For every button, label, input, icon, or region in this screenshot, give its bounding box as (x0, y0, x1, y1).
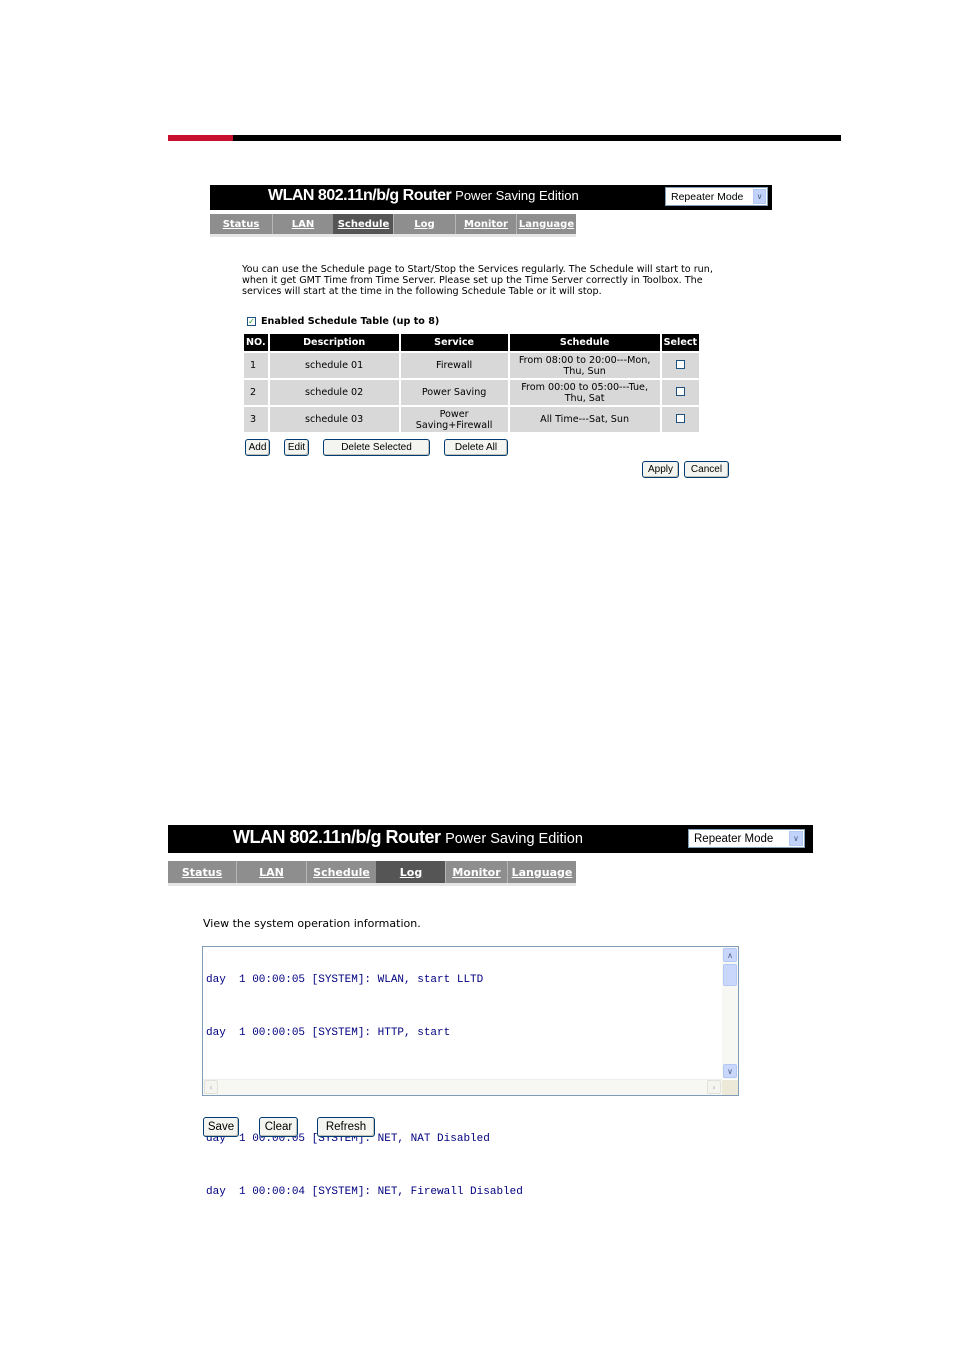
delete-all-button[interactable]: Delete All (444, 439, 508, 456)
tab-schedule[interactable]: Schedule (306, 861, 376, 883)
router-header: WLAN 802.11n/b/g Router Power Saving Edi… (210, 185, 772, 210)
tab-language[interactable]: Language (507, 861, 576, 883)
header-rule-red (168, 135, 233, 141)
scrollbar-corner (722, 1080, 738, 1095)
tab-monitor[interactable]: Monitor (445, 861, 507, 883)
tab-log[interactable]: Log (393, 214, 455, 234)
schedule-table: NO. Description Service Schedule Select … (242, 332, 701, 434)
tab-schedule[interactable]: Schedule (333, 214, 393, 234)
log-textarea[interactable]: day 1 00:00:05 [SYSTEM]: WLAN, start LLT… (202, 946, 739, 1198)
nav-tabs: Status LAN Schedule Log Monitor Language (210, 214, 576, 237)
scroll-down-icon[interactable]: ∨ (723, 1064, 737, 1078)
cell-service: Firewall (400, 353, 508, 378)
tab-lan[interactable]: LAN (236, 861, 306, 883)
add-button[interactable]: Add (245, 439, 270, 456)
col-header-service: Service (400, 334, 508, 351)
log-line: day 1 00:00:05 [SYSTEM]: WLAN, start LLT… (206, 974, 484, 986)
log-line: day 1 00:00:05 [SYSTEM]: NET, NAT Disabl… (206, 1133, 490, 1145)
cell-select (661, 380, 700, 405)
chevron-down-icon[interactable]: ∨ (753, 189, 766, 204)
col-header-no: NO. (244, 334, 268, 351)
router-title-sub: Power Saving Edition (455, 188, 579, 203)
cell-select (661, 353, 700, 378)
cell-description: schedule 01 (269, 353, 399, 378)
vertical-scrollbar[interactable]: ∧ ∨ (722, 947, 738, 1079)
row-select-checkbox[interactable] (675, 413, 685, 423)
horizontal-scrollbar[interactable]: ‹ › (203, 1079, 722, 1095)
enable-schedule-row: ✓ Enabled Schedule Table (up to 8) (247, 316, 439, 327)
tab-monitor[interactable]: Monitor (455, 214, 516, 234)
router-header: WLAN 802.11n/b/g Router Power Saving Edi… (168, 825, 813, 853)
table-header-row: NO. Description Service Schedule Select (244, 334, 700, 351)
table-row: 3 schedule 03 Power Saving+Firewall All … (244, 407, 700, 432)
scroll-up-icon[interactable]: ∧ (723, 948, 737, 962)
cell-schedule: All Time---Sat, Sun (509, 407, 660, 432)
edit-button[interactable]: Edit (284, 439, 309, 456)
cell-no: 2 (244, 380, 268, 405)
clear-button[interactable]: Clear (259, 1117, 298, 1137)
description-line: You can use the Schedule page to Start/S… (242, 264, 713, 275)
header-rule-black (233, 135, 841, 141)
tab-language[interactable]: Language (516, 214, 576, 234)
log-line: day 1 00:00:05 [SYSTEM]: HTTP, start (206, 1027, 451, 1039)
col-header-description: Description (269, 334, 399, 351)
save-button[interactable]: Save (203, 1117, 239, 1137)
description-line: when it get GMT Time from Time Server. P… (242, 275, 703, 286)
mode-select-value: Repeater Mode (671, 190, 744, 203)
col-header-schedule: Schedule (509, 334, 660, 351)
scroll-left-icon[interactable]: ‹ (204, 1080, 218, 1094)
enable-schedule-label: Enabled Schedule Table (up to 8) (261, 316, 440, 327)
tab-status[interactable]: Status (210, 214, 272, 234)
cell-schedule: From 00:00 to 05:00---Tue, Thu, Sat (509, 380, 660, 405)
router-title-main: WLAN 802.11n/b/g Router (233, 827, 441, 847)
row-select-checkbox[interactable] (675, 386, 685, 396)
tab-status[interactable]: Status (168, 861, 236, 883)
router-title: WLAN 802.11n/b/g Router Power Saving Edi… (268, 187, 579, 205)
table-row: 1 schedule 01 Firewall From 08:00 to 20:… (244, 353, 700, 378)
router-title-sub: Power Saving Edition (445, 831, 583, 847)
table-row: 2 schedule 02 Power Saving From 00:00 to… (244, 380, 700, 405)
enable-schedule-checkbox[interactable]: ✓ (247, 317, 256, 326)
cell-description: schedule 02 (269, 380, 399, 405)
cell-service: Power Saving+Firewall (400, 407, 508, 432)
tab-lan[interactable]: LAN (272, 214, 333, 234)
description-line: services will start at the time in the f… (242, 286, 602, 297)
apply-button[interactable]: Apply (642, 461, 679, 478)
refresh-button[interactable]: Refresh (317, 1117, 375, 1137)
mode-select[interactable]: Repeater Mode ∨ (665, 187, 768, 206)
cell-no: 3 (244, 407, 268, 432)
mode-select-value: Repeater Mode (694, 832, 774, 845)
router-title-main: WLAN 802.11n/b/g Router (268, 187, 452, 204)
scroll-thumb[interactable] (723, 964, 737, 986)
tab-log[interactable]: Log (376, 861, 445, 883)
chevron-down-icon[interactable]: ∨ (789, 831, 803, 846)
cell-no: 1 (244, 353, 268, 378)
nav-tabs: Status LAN Schedule Log Monitor Language (168, 861, 576, 886)
cancel-button[interactable]: Cancel (684, 461, 729, 478)
schedule-description: You can use the Schedule page to Start/S… (242, 264, 713, 297)
router-title: WLAN 802.11n/b/g Router Power Saving Edi… (233, 827, 583, 848)
row-select-checkbox[interactable] (675, 359, 685, 369)
mode-select[interactable]: Repeater Mode ∨ (688, 829, 805, 848)
log-line: day 1 00:00:04 [SYSTEM]: NET, Firewall D… (206, 1186, 523, 1198)
cell-service: Power Saving (400, 380, 508, 405)
delete-selected-button[interactable]: Delete Selected (323, 439, 430, 456)
cell-schedule: From 08:00 to 20:00---Mon, Thu, Sun (509, 353, 660, 378)
cell-select (661, 407, 700, 432)
log-description: View the system operation information. (203, 917, 421, 930)
col-header-select: Select (661, 334, 700, 351)
cell-description: schedule 03 (269, 407, 399, 432)
scroll-right-icon[interactable]: › (707, 1080, 721, 1094)
